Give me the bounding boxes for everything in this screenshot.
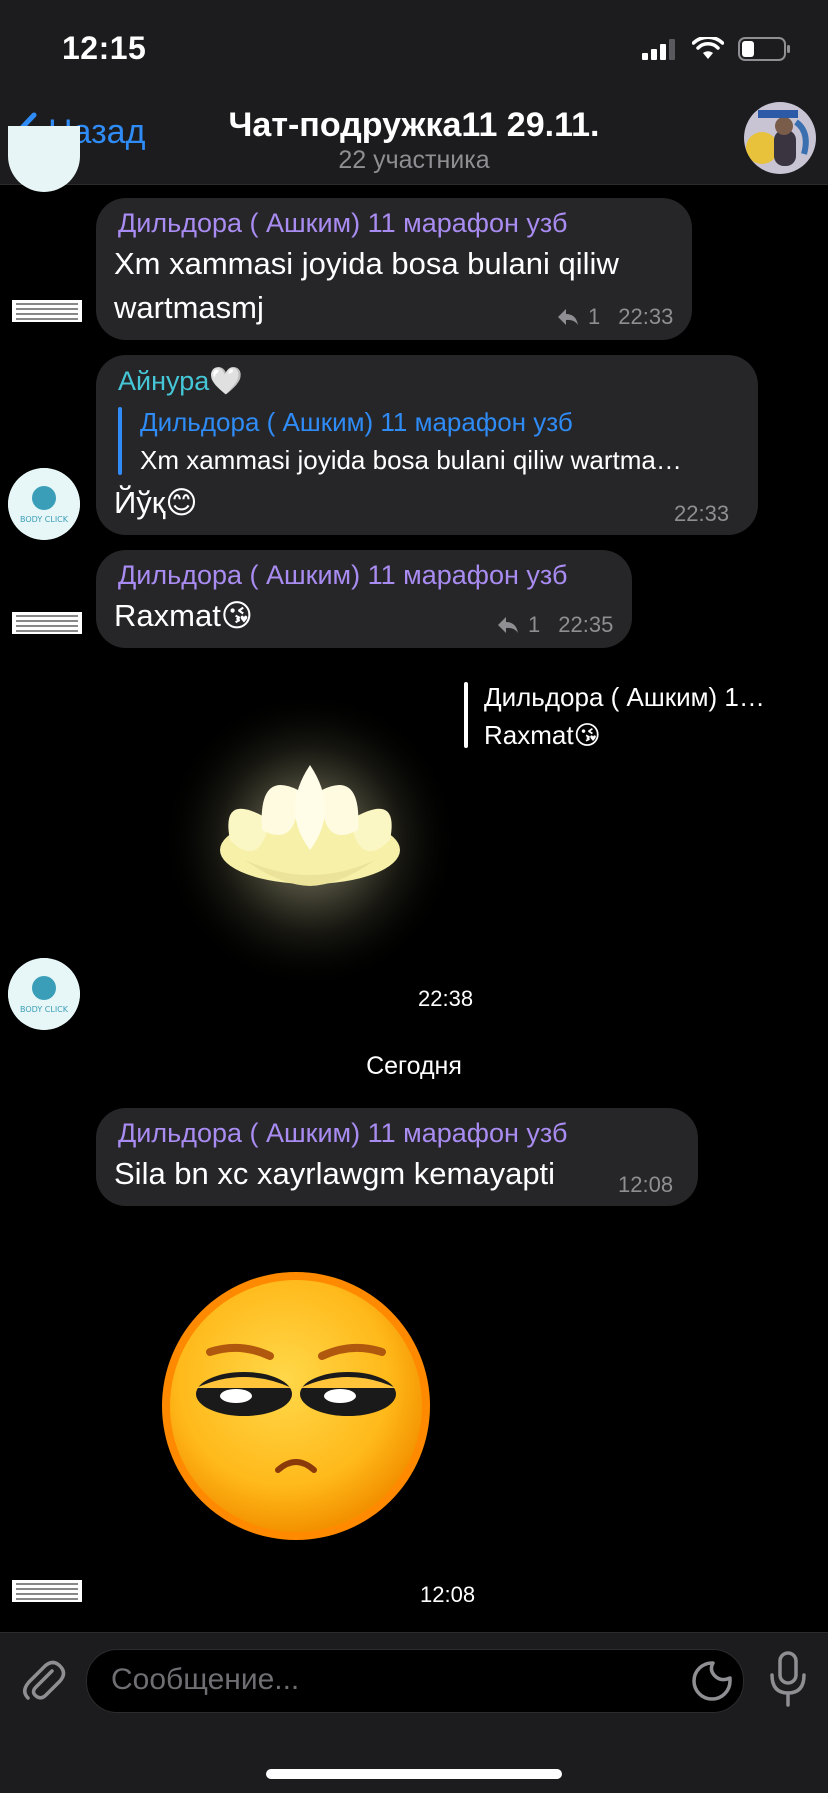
avatar[interactable] bbox=[12, 300, 82, 322]
status-icons bbox=[642, 36, 792, 62]
chat-subtitle: 22 участника bbox=[338, 146, 490, 174]
reply-quote-name[interactable]: Дильдора ( Ашким) 1… bbox=[484, 682, 765, 713]
message-text: Sila bn xc xayrlawgm kemayapti bbox=[114, 1156, 556, 1191]
sticker-icon[interactable] bbox=[691, 1660, 733, 1702]
avatar[interactable]: BODY CLICK bbox=[8, 958, 80, 1030]
reply-arrow-icon bbox=[558, 309, 578, 325]
chat-header: Назад Чат-подружка11 29.11. 22 участника bbox=[0, 92, 828, 185]
message-meta: 12:08 bbox=[618, 1172, 673, 1198]
reply-arrow-icon bbox=[498, 617, 518, 633]
message-meta: 22:33 bbox=[674, 501, 729, 527]
reply-quote-bar bbox=[118, 407, 122, 475]
svg-text:BODY CLICK: BODY CLICK bbox=[20, 1005, 69, 1014]
message-input-bar: Сообщение... bbox=[0, 1632, 828, 1793]
message-text: Xm xammasi joyida bosa bulani qiliw bbox=[114, 246, 619, 281]
reply-quote-name[interactable]: Дильдора ( Ашким) 11 марафон узб bbox=[140, 407, 573, 438]
message-bubble[interactable]: Дильдора ( Ашким) 11 марафон узб Raxmat😘… bbox=[96, 550, 632, 648]
message-meta: 1 22:35 bbox=[496, 612, 613, 638]
message-text: Йўқ😊 bbox=[114, 485, 198, 520]
message-sender[interactable]: Айнура🤍 bbox=[118, 365, 243, 397]
message-sender[interactable]: Дильдора ( Ашким) 11 марафон узб bbox=[118, 1118, 567, 1149]
message-time: 12:08 bbox=[618, 1172, 674, 1197]
message-bubble[interactable]: Дильдора ( Ашким) 11 марафон узб Sila bn… bbox=[96, 1108, 698, 1206]
avatar[interactable]: BODY CLICK bbox=[8, 468, 80, 540]
chat-avatar[interactable] bbox=[744, 102, 816, 174]
status-bar: 12:15 bbox=[0, 0, 828, 92]
avatar[interactable] bbox=[12, 612, 82, 634]
message-time: 22:33 bbox=[618, 304, 674, 329]
svg-text:BODY CLICK: BODY CLICK bbox=[20, 515, 69, 524]
avatar[interactable] bbox=[12, 1580, 82, 1602]
battery-icon bbox=[738, 37, 790, 61]
sticker-time: 22:38 bbox=[418, 986, 474, 1011]
attach-icon[interactable] bbox=[20, 1657, 66, 1703]
reply-count: 1 bbox=[528, 612, 541, 637]
sad-face-sticker[interactable] bbox=[150, 1270, 442, 1542]
chat-title[interactable]: Чат-подружка11 29.11. bbox=[0, 106, 828, 145]
home-indicator[interactable] bbox=[266, 1769, 562, 1779]
microphone-icon[interactable] bbox=[768, 1651, 808, 1709]
status-time: 12:15 bbox=[62, 30, 147, 66]
reply-count: 1 bbox=[588, 304, 601, 329]
message-time: 22:33 bbox=[674, 501, 730, 526]
message-input[interactable]: Сообщение... bbox=[86, 1649, 744, 1713]
reply-quote-text[interactable]: Raxmat😘 bbox=[484, 720, 601, 751]
message-sender[interactable]: Дильдора ( Ашким) 11 марафон узб bbox=[118, 560, 567, 591]
message-text: wartmasmj bbox=[114, 290, 264, 325]
message-text: Raxmat😘 bbox=[114, 598, 254, 633]
message-bubble[interactable]: Айнура🤍 Дильдора ( Ашким) 11 марафон узб… bbox=[96, 355, 758, 535]
signal-icon bbox=[642, 39, 675, 60]
lotus-sticker[interactable] bbox=[150, 660, 470, 990]
message-time: 22:35 bbox=[558, 612, 614, 637]
message-bubble[interactable]: Дильдора ( Ашким) 11 марафон узб Xm xamm… bbox=[96, 198, 692, 340]
message-sender[interactable]: Дильдора ( Ашким) 11 марафон узб bbox=[118, 208, 567, 239]
sticker-time: 12:08 bbox=[420, 1582, 476, 1607]
date-separator: Сегодня bbox=[366, 1052, 462, 1080]
message-input-placeholder: Сообщение... bbox=[111, 1663, 300, 1696]
reply-quote-text[interactable]: Xm xammasi joyida bosa bulani qiliw wart… bbox=[140, 445, 682, 476]
message-meta: 1 22:33 bbox=[556, 304, 673, 330]
wifi-icon bbox=[692, 37, 724, 59]
